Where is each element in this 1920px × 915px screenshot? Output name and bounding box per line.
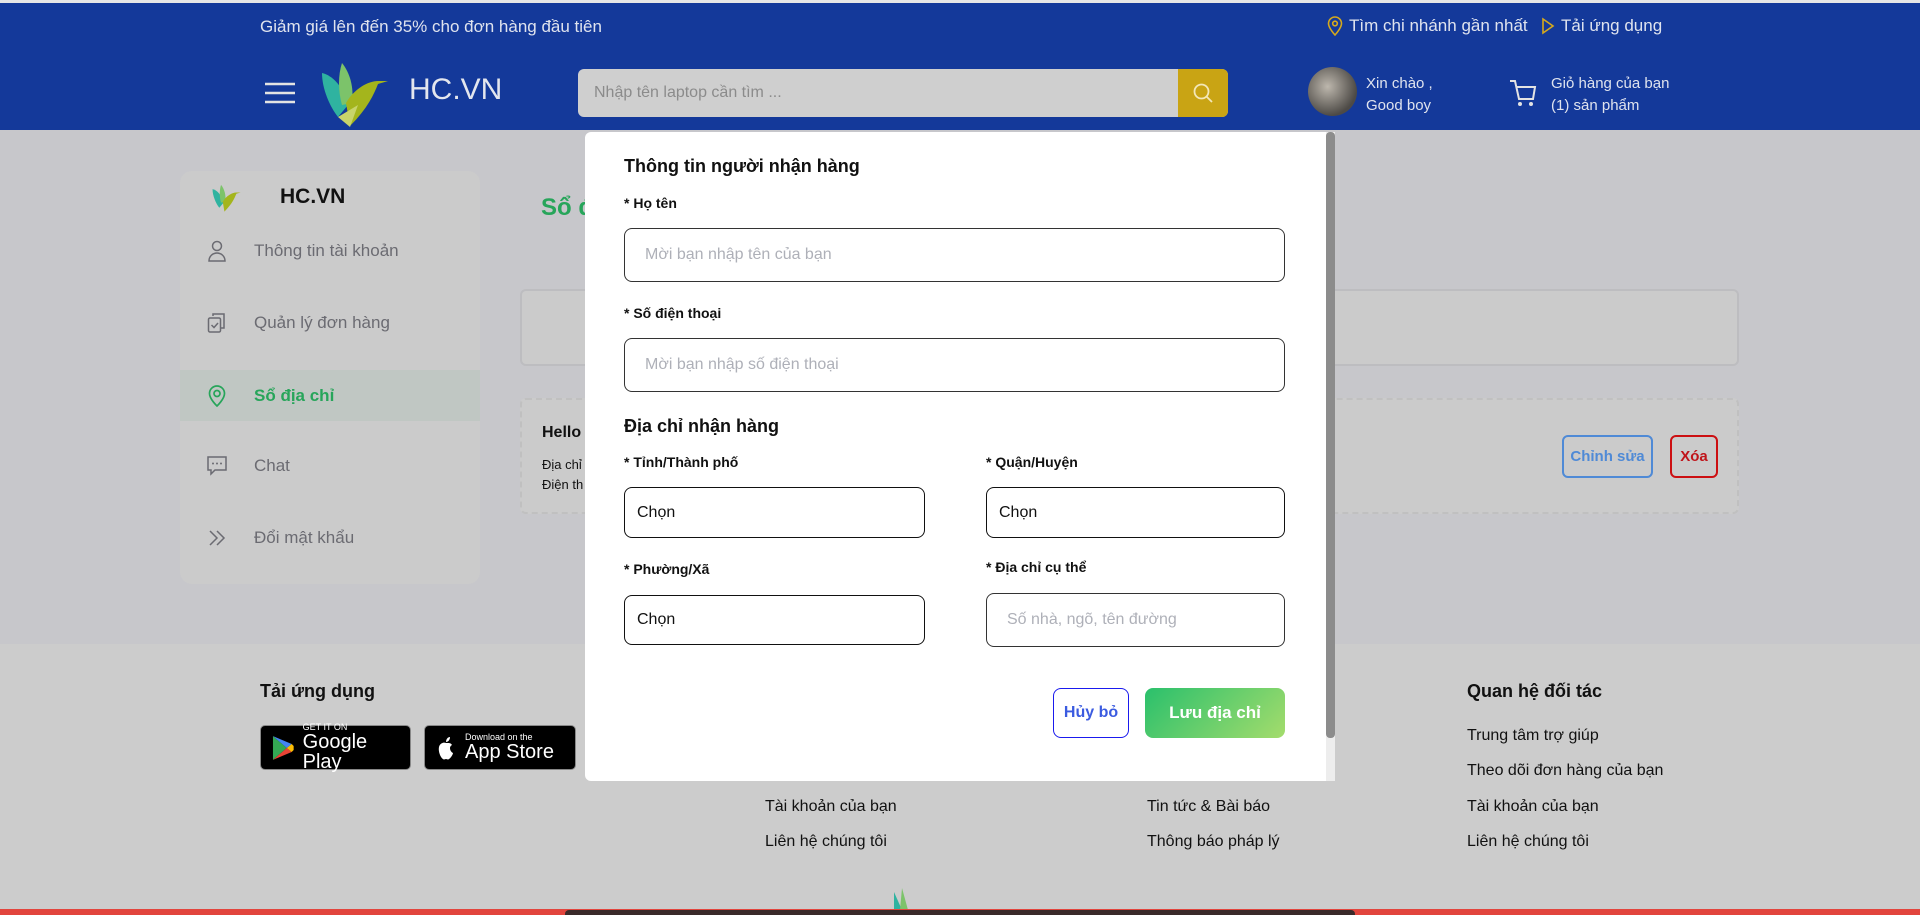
download-app-label: Tải ứng dụng [1561, 16, 1663, 35]
district-select[interactable]: Chọn [986, 487, 1285, 538]
search-button[interactable] [1178, 69, 1228, 117]
sidebar-item-label: Chat [254, 455, 290, 475]
cancel-button[interactable]: Hủy bỏ [1053, 688, 1129, 738]
footer-link[interactable]: Tài khoản của bạn [765, 798, 897, 816]
cart-title: Giỏ hàng của bạn [1551, 75, 1670, 92]
chat-icon [202, 455, 232, 477]
account-sidebar: HC.VN Thông tin tài khoản Quản lý đơn hà… [180, 171, 480, 584]
address-modal: Thông tin người nhận hàng * Họ tên * Số … [585, 132, 1335, 781]
sidebar-item-chat[interactable]: Chat [180, 440, 480, 491]
delete-address-button[interactable]: Xóa [1670, 435, 1718, 478]
sidebar-item-address-book[interactable]: Sổ địa chỉ [180, 370, 480, 421]
search-bar [578, 69, 1228, 117]
sidebar-item-change-password[interactable]: Đổi mật khẩu [180, 512, 480, 563]
phone-input[interactable] [624, 338, 1285, 392]
edit-address-button[interactable]: Chỉnh sửa [1562, 435, 1653, 478]
footer-link[interactable]: Liên hệ chúng tôi [765, 833, 887, 851]
footer-link[interactable]: Trung tâm trợ giúp [1467, 727, 1599, 745]
footer-link[interactable]: Thông báo pháp lý [1147, 833, 1280, 851]
apple-icon [438, 736, 453, 759]
sidebar-item-label: Thông tin tài khoản [254, 240, 399, 260]
address-line: Địa chỉ [542, 457, 582, 472]
footer-link[interactable]: Theo dõi đơn hàng của bạn [1467, 762, 1663, 780]
sidebar-item-label: Sổ địa chỉ [254, 385, 335, 405]
header: Giảm giá lên đến 35% cho đơn hàng đầu ti… [0, 0, 1920, 130]
save-address-button[interactable]: Lưu địa chỉ [1145, 688, 1285, 738]
province-select[interactable]: Chọn [624, 487, 925, 538]
location-icon [1327, 16, 1343, 36]
app-store-big: App Store [465, 741, 554, 763]
scrollbar-thumb[interactable] [1326, 132, 1335, 738]
store-locator-label: Tìm chi nhánh gần nhất [1349, 16, 1528, 35]
ward-select[interactable]: Chọn [624, 595, 925, 645]
sidebar-item-orders[interactable]: Quản lý đơn hàng [180, 297, 480, 348]
google-play-big: Google Play [302, 731, 368, 773]
name-label: * Họ tên [624, 195, 677, 211]
double-chevron-icon [202, 529, 232, 547]
bottom-bar [565, 910, 1355, 915]
clipboard-icon [202, 312, 232, 334]
phone-label: * Số điện thoại [624, 305, 722, 321]
user-greeting[interactable]: Xin chào , Good boy [1366, 73, 1433, 117]
cart-icon[interactable] [1509, 78, 1537, 113]
user-icon [202, 240, 232, 262]
download-app-link[interactable]: Tải ứng dụng [1541, 16, 1662, 36]
ward-label: * Phường/Xã [624, 561, 710, 577]
sidebar-logo-icon [210, 183, 244, 218]
receiver-heading: Thông tin người nhận hàng [624, 156, 860, 176]
logo-icon[interactable] [316, 59, 396, 134]
name-input[interactable] [624, 228, 1285, 282]
footer-link[interactable]: Tin tức & Bài báo [1147, 798, 1270, 816]
phone-line: Điện th [542, 477, 584, 492]
sidebar-item-label: Đổi mật khẩu [254, 527, 355, 547]
sidebar-logo-text: HC.VN [280, 185, 346, 208]
play-icon [1542, 17, 1555, 35]
search-icon [1193, 83, 1213, 103]
address-heading: Địa chỉ nhận hàng [624, 416, 780, 436]
sidebar-item-account-info[interactable]: Thông tin tài khoản [180, 225, 480, 276]
username-text: Good boy [1366, 97, 1432, 114]
footer-partner-heading: Quan hệ đối tác [1467, 681, 1603, 701]
avatar[interactable] [1308, 67, 1357, 116]
greeting-text: Xin chào , [1366, 75, 1433, 92]
google-play-badge[interactable]: GET IT ON Google Play [260, 723, 411, 773]
street-input[interactable] [986, 593, 1285, 647]
location-icon [202, 384, 232, 408]
google-play-icon [272, 735, 294, 760]
menu-icon[interactable] [264, 81, 296, 110]
logo-text: HC.VN [409, 73, 503, 106]
search-input[interactable] [578, 69, 1168, 117]
address-name: Hello [542, 424, 582, 441]
cart-count: (1) sản phẩm [1551, 97, 1640, 114]
promo-text: Giảm giá lên đến 35% cho đơn hàng đầu ti… [260, 17, 602, 36]
sidebar-item-label: Quản lý đơn hàng [254, 312, 390, 332]
footer-link[interactable]: Tài khoản của bạn [1467, 798, 1599, 816]
cart-summary[interactable]: Giỏ hàng của bạn (1) sản phẩm [1551, 73, 1669, 117]
footer-app-heading: Tải ứng dụng [260, 681, 376, 701]
street-label: * Địa chỉ cụ thể [986, 559, 1087, 575]
district-label: * Quận/Huyện [986, 454, 1078, 470]
app-store-badge[interactable]: Download on the App Store [424, 725, 576, 770]
store-locator-link[interactable]: Tìm chi nhánh gần nhất [1327, 16, 1528, 36]
modal-scrollbar[interactable] [1326, 132, 1335, 781]
province-label: * Tỉnh/Thành phố [624, 454, 739, 470]
footer-link[interactable]: Liên hệ chúng tôi [1467, 833, 1589, 851]
